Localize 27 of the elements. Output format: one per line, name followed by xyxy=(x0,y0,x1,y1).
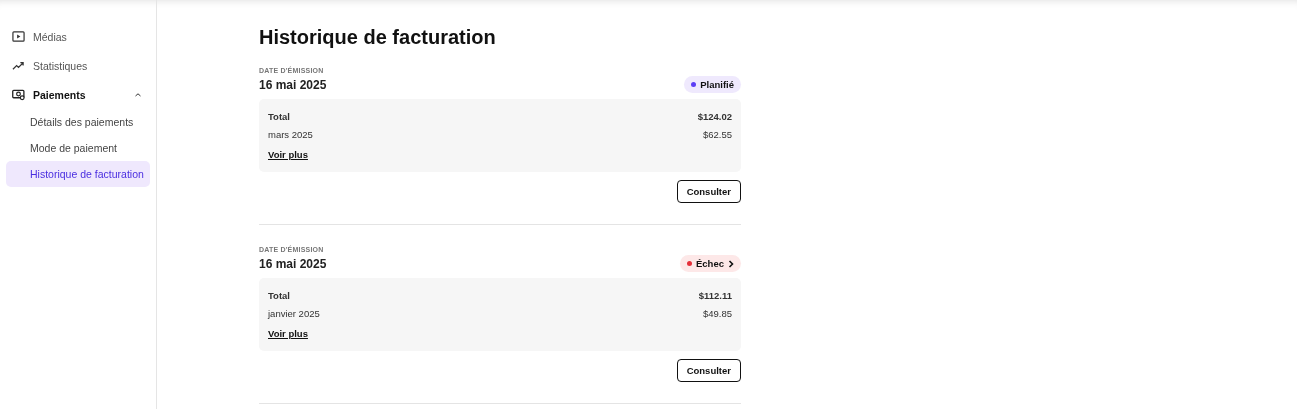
view-button[interactable]: Consulter xyxy=(676,180,741,203)
sidebar-subitem[interactable]: Détails des paiements xyxy=(6,109,150,135)
sidebar-subitem[interactable]: Historique de facturation xyxy=(6,161,150,187)
view-button[interactable]: Consulter xyxy=(676,359,741,382)
chevron-icon xyxy=(728,259,734,268)
sidebar-item[interactable]: Médias xyxy=(6,22,150,51)
status-label: Planifié xyxy=(700,79,734,90)
see-more-link[interactable]: Voir plus xyxy=(268,149,308,160)
period-amount: $49.85 xyxy=(702,307,732,321)
issue-date: 16 mai 2025 xyxy=(259,77,327,92)
issue-date: 16 mai 2025 xyxy=(259,256,327,271)
play-icon xyxy=(12,30,25,43)
see-more-link[interactable]: Voir plus xyxy=(268,328,308,339)
sidebar-item[interactable]: Paiements xyxy=(6,80,150,109)
trend-icon xyxy=(12,59,25,72)
total-label: Total xyxy=(268,289,290,303)
money-icon xyxy=(12,88,25,101)
sidebar-item[interactable]: Statistiques xyxy=(6,51,150,80)
period-label: janvier 2025 xyxy=(268,307,320,321)
total-amount: $112.11 xyxy=(698,289,732,303)
sidebar-subitem[interactable]: Mode de paiement xyxy=(6,135,150,161)
period-amount: $62.55 xyxy=(702,128,732,142)
period-label: mars 2025 xyxy=(268,128,313,142)
status-label: Échec xyxy=(696,258,724,269)
total-amount: $124.02 xyxy=(697,110,732,124)
page-title: Historique de facturation xyxy=(259,26,497,49)
total-label: Total xyxy=(268,110,290,124)
